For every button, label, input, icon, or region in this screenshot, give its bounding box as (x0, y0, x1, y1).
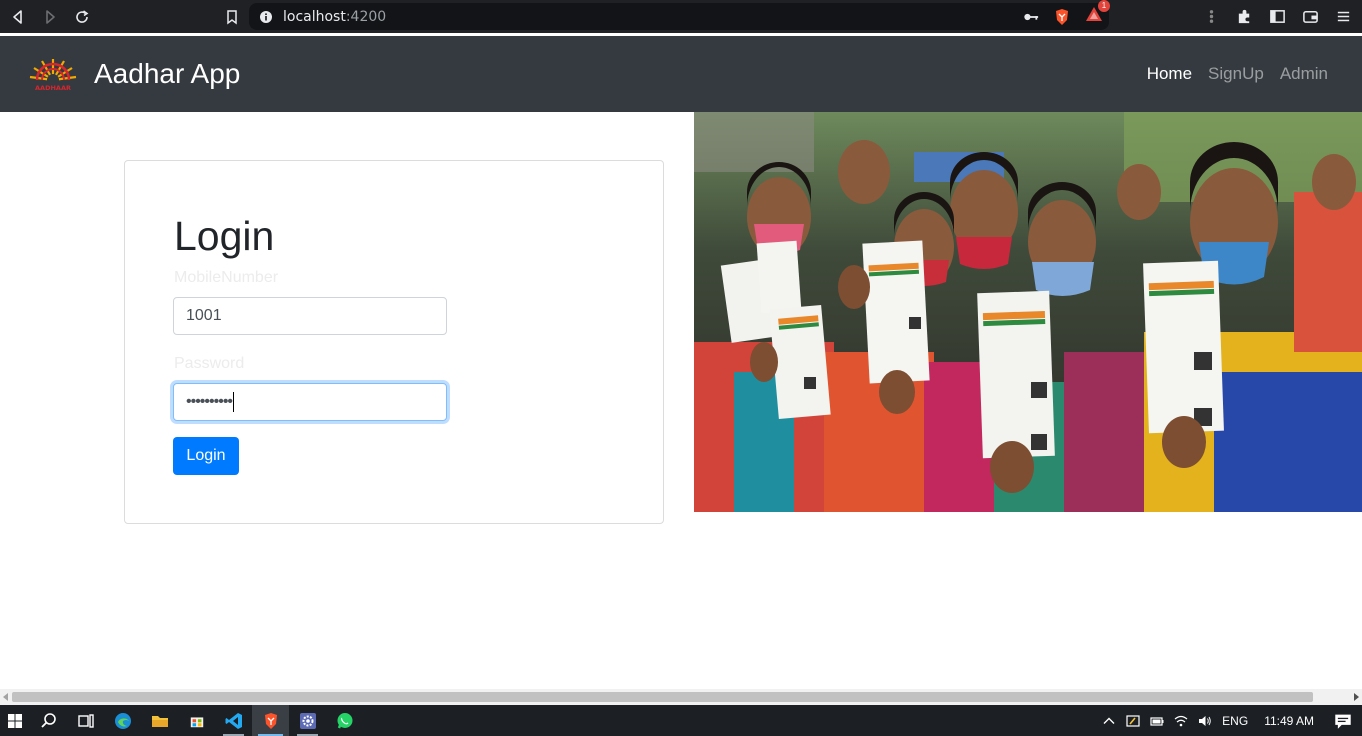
pen-workspace-icon[interactable] (1126, 714, 1140, 728)
address-bar[interactable]: localhost:4200 1 (249, 0, 1110, 30)
forward-arrow-icon (46, 9, 55, 24)
notifications-icon[interactable] (1334, 712, 1352, 730)
browser-toolbar: localhost:4200 1 (0, 0, 1362, 33)
password-value: •••••••••• (186, 393, 233, 410)
nav-link-signup[interactable]: SignUp (1208, 64, 1264, 84)
whatsapp-taskbar-button[interactable] (326, 705, 363, 736)
mobile-number-label: MobileNumber (174, 269, 279, 286)
info-icon[interactable] (259, 10, 273, 24)
folder-icon (151, 715, 168, 727)
forward-button[interactable] (34, 0, 66, 33)
bookmark-button[interactable] (216, 0, 248, 33)
aadhaar-logo[interactable]: AADHAAR (28, 56, 78, 92)
password-input[interactable]: •••••••••• (173, 383, 447, 421)
whatsapp-icon (337, 712, 352, 728)
menu-dots-icon[interactable] (1203, 8, 1220, 25)
brave-rewards-button[interactable]: 1 (1085, 0, 1110, 28)
brave-lion-icon (264, 712, 277, 729)
windows-taskbar: ENG 11:49 AM (0, 705, 1362, 736)
task-view-button[interactable] (67, 705, 104, 736)
mobile-number-value: 1001 (186, 307, 222, 324)
store-bag-icon (190, 716, 203, 727)
horizontal-scrollbar[interactable] (0, 689, 1362, 705)
reload-icon (76, 9, 89, 23)
battery-icon[interactable] (1150, 714, 1164, 728)
svg-text:AADHAAR: AADHAAR (35, 84, 71, 92)
mobile-number-input[interactable]: 1001 (173, 297, 447, 335)
volume-icon[interactable] (1198, 714, 1212, 728)
brave-taskbar-button[interactable] (252, 705, 289, 736)
hamburger-menu-icon[interactable] (1335, 8, 1352, 25)
wallet-icon[interactable] (1302, 8, 1319, 25)
reload-button[interactable] (66, 0, 98, 33)
brave-shield-icon[interactable] (1053, 8, 1071, 26)
task-view-icon (77, 713, 94, 728)
aadhaar-cards-photo (694, 112, 1362, 512)
clock[interactable]: 11:49 AM (1264, 714, 1314, 728)
login-heading: Login (174, 213, 275, 259)
scroll-left-arrow-icon[interactable] (3, 693, 8, 701)
windows-logo-icon (8, 713, 22, 728)
edge-taskbar-button[interactable] (104, 705, 141, 736)
text-caret (233, 392, 235, 412)
login-card: Login MobileNumber 1001 Password •••••••… (124, 160, 664, 524)
start-button[interactable] (0, 705, 30, 736)
search-icon (40, 712, 56, 728)
sidebar-icon[interactable] (1269, 8, 1286, 25)
system-tray: ENG 11:49 AM (1102, 705, 1362, 736)
edge-icon (114, 712, 131, 729)
language-indicator[interactable]: ENG (1222, 714, 1248, 728)
gear-icon (299, 712, 316, 729)
nav-link-home[interactable]: Home (1147, 64, 1192, 84)
nav-links: Home SignUp Admin (1147, 36, 1328, 112)
back-button[interactable] (2, 0, 34, 33)
nav-link-admin[interactable]: Admin (1280, 64, 1328, 84)
vscode-icon (225, 712, 242, 729)
vscode-taskbar-button[interactable] (215, 705, 252, 736)
key-icon[interactable] (1023, 9, 1039, 25)
app-navbar: AADHAAR Aadhar App Home SignUp Admin (0, 36, 1362, 112)
store-taskbar-button[interactable] (178, 705, 215, 736)
bookmark-icon (227, 9, 237, 24)
chevron-up-icon[interactable] (1102, 714, 1116, 728)
scrollbar-thumb[interactable] (12, 692, 1313, 702)
scroll-right-arrow-icon[interactable] (1354, 693, 1359, 701)
search-button[interactable] (30, 705, 67, 736)
women-holding-aadhaar-cards-image (694, 112, 1362, 512)
aadhaar-sun-logo-icon: AADHAAR (29, 59, 77, 92)
rewards-badge: 1 (1098, 0, 1110, 12)
password-label: Password (174, 355, 245, 372)
file-explorer-taskbar-button[interactable] (141, 705, 178, 736)
url-text: localhost:4200 (283, 8, 387, 25)
wifi-icon[interactable] (1174, 714, 1188, 728)
settings-app-taskbar-button[interactable] (289, 705, 326, 736)
login-button[interactable]: Login (173, 437, 239, 475)
back-arrow-icon (13, 9, 22, 24)
extensions-icon[interactable] (1236, 8, 1253, 25)
app-title[interactable]: Aadhar App (94, 58, 240, 90)
